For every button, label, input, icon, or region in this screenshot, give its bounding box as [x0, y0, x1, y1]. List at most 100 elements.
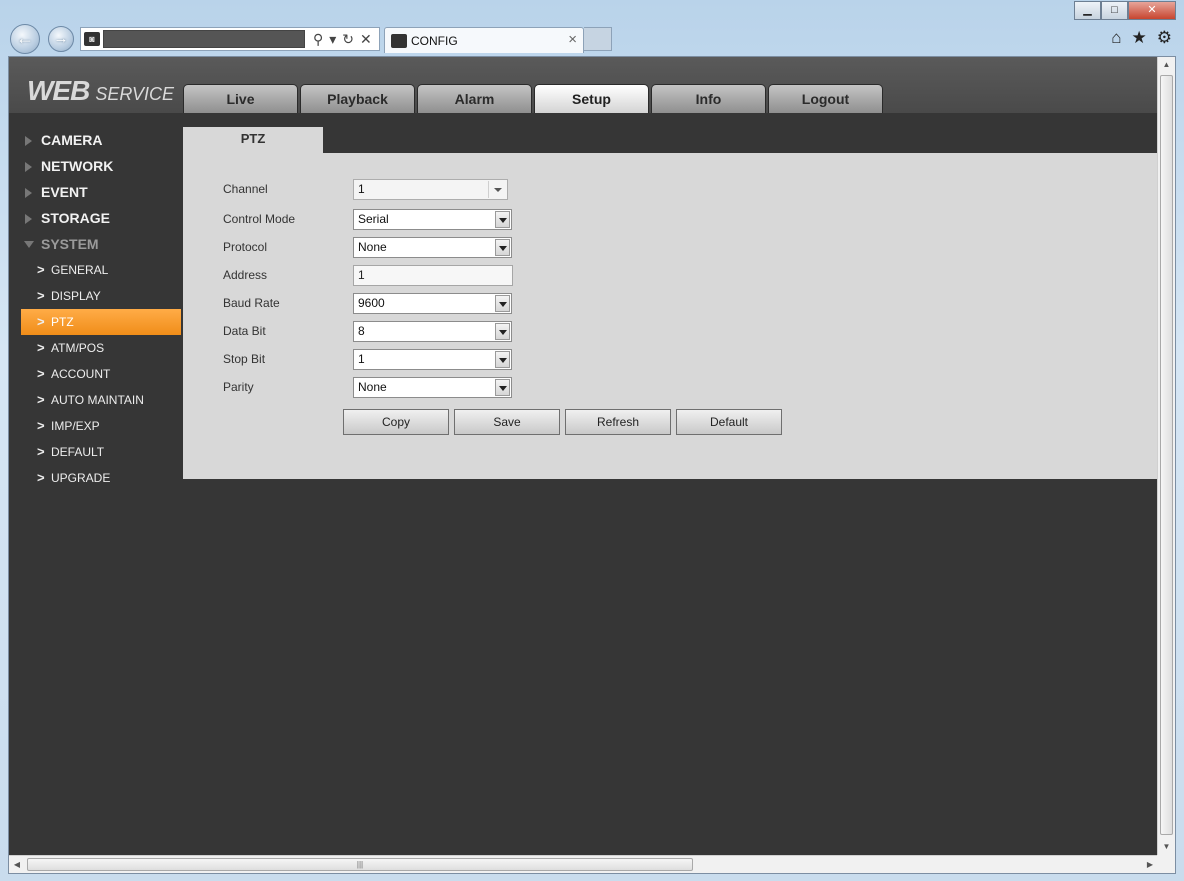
- stop-icon[interactable]: ✕: [360, 29, 372, 49]
- sidebar-item-label: UPGRADE: [51, 471, 111, 485]
- horizontal-scroll-thumb[interactable]: |||: [27, 858, 693, 871]
- sidebar-item-label: GENERAL: [51, 263, 109, 277]
- tab-alarm[interactable]: Alarm: [417, 84, 532, 113]
- default-button[interactable]: Default: [676, 409, 782, 435]
- sidebar-category-label: SYSTEM: [41, 236, 99, 252]
- chevron-down-icon[interactable]: [495, 323, 510, 340]
- channel-select[interactable]: 1: [353, 179, 508, 200]
- collapse-arrow-icon: [24, 241, 34, 248]
- scroll-right-icon[interactable]: ▶: [1142, 856, 1158, 873]
- tab-live[interactable]: Live: [183, 84, 298, 113]
- channel-value: 1: [358, 182, 365, 196]
- baud-rate-value: 9600: [358, 296, 385, 310]
- chevron-down-icon[interactable]: [488, 181, 506, 198]
- expand-arrow-icon: [25, 136, 32, 146]
- minimize-button[interactable]: ▁: [1074, 1, 1101, 20]
- tab-playback[interactable]: Playback: [300, 84, 415, 113]
- sidebar-item-account[interactable]: > ACCOUNT: [21, 361, 181, 387]
- copy-button[interactable]: Copy: [343, 409, 449, 435]
- chevron-down-icon[interactable]: [495, 351, 510, 368]
- app-header: WEB SERVICE Live Playback Alarm Setup Inf…: [9, 57, 1157, 113]
- settings-gear-icon[interactable]: ⚙: [1157, 28, 1172, 48]
- data-bit-select[interactable]: 8: [353, 321, 512, 342]
- back-button[interactable]: ←: [10, 24, 40, 54]
- browser-toolbar-right: ⌂ ★ ⚙: [1111, 28, 1172, 48]
- close-window-button[interactable]: ✕: [1128, 1, 1176, 20]
- page-viewport: WEB SERVICE Live Playback Alarm Setup Inf…: [8, 56, 1176, 874]
- sidebar-category-label: NETWORK: [41, 158, 114, 174]
- vertical-scroll-thumb[interactable]: [1160, 75, 1173, 835]
- expand-arrow-icon: [25, 188, 32, 198]
- browser-tab[interactable]: CONFIG ×: [384, 27, 584, 53]
- scroll-up-icon[interactable]: ▲: [1158, 57, 1175, 73]
- chevron-right-icon: >: [37, 288, 45, 303]
- sidebar-item-imp-exp[interactable]: > IMP/EXP: [21, 413, 181, 439]
- tab-logout[interactable]: Logout: [768, 84, 883, 113]
- sidebar-item-atm-pos[interactable]: > ATM/POS: [21, 335, 181, 361]
- tab-ptz[interactable]: PTZ: [183, 127, 323, 153]
- forward-button[interactable]: →: [48, 26, 74, 52]
- sidebar-item-display[interactable]: > DISPLAY: [21, 283, 181, 309]
- sidebar-item-label: ATM/POS: [51, 341, 105, 355]
- baud-rate-select[interactable]: 9600: [353, 293, 512, 314]
- browser-chrome: ← → ◙ ⚲ ▾ ↻ ✕ CONFIG × ▁ □ ✕ ⌂ ★ ⚙: [0, 0, 1184, 56]
- data-bit-value: 8: [358, 324, 365, 338]
- maximize-button[interactable]: □: [1101, 1, 1128, 20]
- sidebar-item-auto-maintain[interactable]: > AUTO MAINTAIN: [21, 387, 181, 413]
- chevron-down-icon[interactable]: [495, 211, 510, 228]
- protocol-label: Protocol: [223, 240, 268, 254]
- expand-arrow-icon: [25, 214, 32, 224]
- baud-rate-label: Baud Rate: [223, 296, 280, 310]
- refresh-icon[interactable]: ↻: [342, 29, 354, 49]
- search-icon[interactable]: ⚲: [313, 29, 323, 49]
- sidebar-category-system[interactable]: SYSTEM: [21, 231, 181, 257]
- sidebar-item-default[interactable]: > DEFAULT: [21, 439, 181, 465]
- chevron-down-icon[interactable]: [495, 379, 510, 396]
- address-bar[interactable]: ◙ ⚲ ▾ ↻ ✕: [80, 27, 380, 51]
- dropdown-icon[interactable]: ▾: [329, 29, 336, 49]
- chevron-down-icon[interactable]: [495, 295, 510, 312]
- main-nav-tabs: Live Playback Alarm Setup Info Logout: [183, 84, 883, 113]
- browser-tab-title: CONFIG: [411, 34, 458, 48]
- channel-label: Channel: [223, 182, 268, 196]
- close-tab-icon[interactable]: ×: [568, 31, 577, 48]
- sidebar-item-upgrade[interactable]: > UPGRADE: [21, 465, 181, 491]
- sidebar-item-ptz[interactable]: > PTZ: [21, 309, 181, 335]
- protocol-select[interactable]: None: [353, 237, 512, 258]
- parity-select[interactable]: None: [353, 377, 512, 398]
- refresh-button[interactable]: Refresh: [565, 409, 671, 435]
- expand-arrow-icon: [25, 162, 32, 172]
- tab-setup[interactable]: Setup: [534, 84, 649, 113]
- vertical-scrollbar[interactable]: ▲ ▼: [1157, 57, 1175, 855]
- new-tab-button[interactable]: [584, 27, 612, 51]
- chevron-down-icon[interactable]: [495, 239, 510, 256]
- horizontal-scrollbar[interactable]: ◀ ||| ▶: [9, 855, 1158, 873]
- address-input[interactable]: [103, 30, 305, 48]
- sidebar-category-label: EVENT: [41, 184, 88, 200]
- stop-bit-select[interactable]: 1: [353, 349, 512, 370]
- chevron-right-icon: >: [37, 392, 45, 407]
- sidebar-category-network[interactable]: NETWORK: [21, 153, 181, 179]
- address-field[interactable]: 1: [353, 265, 513, 286]
- scroll-down-icon[interactable]: ▼: [1158, 839, 1175, 855]
- chevron-right-icon: >: [37, 470, 45, 485]
- address-tools: ⚲ ▾ ↻ ✕: [313, 29, 372, 49]
- control-mode-select[interactable]: Serial: [353, 209, 512, 230]
- scroll-left-icon[interactable]: ◀: [9, 856, 25, 873]
- sidebar-item-label: AUTO MAINTAIN: [51, 393, 144, 407]
- home-icon[interactable]: ⌂: [1111, 28, 1121, 48]
- sidebar-category-storage[interactable]: STORAGE: [21, 205, 181, 231]
- sidebar-category-label: STORAGE: [41, 210, 110, 226]
- tab-info[interactable]: Info: [651, 84, 766, 113]
- sidebar-category-label: CAMERA: [41, 132, 103, 148]
- save-button[interactable]: Save: [454, 409, 560, 435]
- protocol-value: None: [358, 240, 387, 254]
- window-controls: ▁ □ ✕: [1074, 1, 1176, 20]
- sidebar-category-event[interactable]: EVENT: [21, 179, 181, 205]
- stop-bit-value: 1: [358, 352, 365, 366]
- favorites-star-icon[interactable]: ★: [1132, 28, 1147, 48]
- sidebar-category-camera[interactable]: CAMERA: [21, 127, 181, 153]
- sidebar-item-label: IMP/EXP: [51, 419, 100, 433]
- sidebar-item-label: DISPLAY: [51, 289, 101, 303]
- sidebar-item-general[interactable]: > GENERAL: [21, 257, 181, 283]
